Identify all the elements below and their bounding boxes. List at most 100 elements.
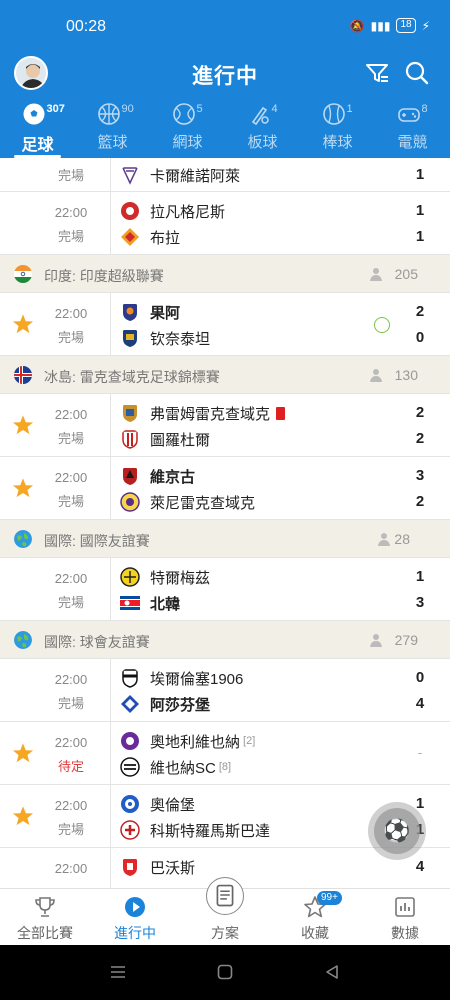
baseball-icon [322,103,345,125]
away-team: 钦奈泰坦 [120,327,210,349]
score-placeholder: - [417,745,423,760]
status-icons: 🔕 ▮▮▮ 18 ⚡ [350,18,430,33]
team-logo [121,167,139,185]
sport-tabs: 307 足球 90 籃球 5 網球 4 板球 1 棒球 8 電競 [0,96,450,158]
iceland-flag-icon [14,366,32,384]
signal-icon: ▮▮▮ [370,18,391,33]
match-row[interactable]: 22:00 完場 弗雷姆雷克查域克 圖羅杜爾 2 2 [0,394,450,457]
tab-tennis[interactable]: 5 網球 [150,96,225,158]
search-button[interactable] [402,58,432,88]
favorite-star-icon[interactable] [12,313,34,335]
follower-count: 205 [394,266,418,282]
match-row[interactable]: 完場 卡爾維諾阿萊 1 [0,158,450,192]
team-logo [123,330,137,347]
match-row[interactable]: 22:00 完場 拉凡格尼斯 布拉 1 1 [0,192,450,255]
away-team: 科斯特羅馬斯巴達 [120,819,270,841]
match-row[interactable]: 22:00 完場 果阿 钦奈泰坦 2 0 [0,293,450,356]
league-header[interactable]: 國際: 球會友誼賽 279 [0,621,450,659]
tab-soccer[interactable]: 307 足球 [0,96,75,158]
red-card-icon [276,406,286,420]
status-bar: 00:28 🔕 ▮▮▮ 18 ⚡ [0,0,450,52]
clock: 00:28 [66,18,107,35]
favorite-star-icon[interactable] [12,414,34,436]
play-icon [125,897,145,917]
filter-button[interactable] [362,58,392,88]
bottom-nav: 全部比賽 進行中 方案 99+ 收藏 數據 [0,877,450,945]
away-team: 布拉 [120,226,180,248]
team-rank: [2] [243,735,256,747]
trophy-icon [35,897,55,917]
menu-icon[interactable] [110,964,126,980]
north-korea-flag-icon [120,596,140,610]
cricket-icon [251,106,269,126]
home-icon[interactable] [217,964,233,980]
back-icon[interactable] [324,964,340,980]
away-score: 0 [415,329,425,346]
home-score: 2 [415,404,425,421]
league-name: 冰島: 雷克查域克足球錦標賽 [44,369,220,385]
match-row[interactable]: 22:00 完場 埃爾倫塞1906 阿莎芬堡 0 4 [0,659,450,722]
away-team: 北韓 [120,592,180,614]
favorite-star-icon[interactable] [12,742,34,764]
away-score: 4 [415,695,425,712]
system-nav-bar [0,945,450,1000]
nav-favorites[interactable]: 99+ 收藏 [270,889,360,945]
nav-plans[interactable]: 方案 [180,877,270,945]
team-rank: [8] [218,761,232,773]
nav-live[interactable]: 進行中 [90,889,180,945]
follower-count: 28 [394,531,410,547]
tab-esports[interactable]: 8 電競 [375,96,450,158]
away-score: 1 [415,228,425,245]
away-score: 3 [415,594,425,611]
team-logo [121,795,139,813]
tab-baseball[interactable]: 1 棒球 [300,96,375,158]
app-header: 進行中 [0,52,450,96]
home-team: 弗雷姆雷克查域克 [120,402,286,424]
league-header[interactable]: 印度: 印度超級聯賽 205 [0,255,450,293]
league-header[interactable]: 冰島: 雷克查域克足球錦標賽 130 [0,356,450,394]
ball-icon: ⚽ [374,808,420,854]
away-score: 2 [415,493,425,510]
league-header[interactable]: 國際: 國際友誼賽 28 [0,520,450,558]
team-logo [121,732,139,750]
home-score: 1 [415,568,425,585]
nav-data[interactable]: 數據 [360,889,450,945]
stats-icon[interactable] [374,317,390,333]
mute-icon: 🔕 [349,18,365,33]
match-row[interactable]: 22:00 完場 特爾梅茲 北韓 1 3 [0,558,450,621]
search-icon [405,61,429,85]
team-logo [122,669,138,688]
home-team: 果阿 [120,301,180,323]
home-score: 1 [415,202,425,219]
match-row[interactable]: 22:00 完場 維京古 萊尼雷克查域克 3 2 [0,457,450,520]
tab-cricket[interactable]: 4 板球 [225,96,300,158]
filter-icon [366,64,388,82]
favorite-star-icon[interactable] [12,805,34,827]
globe-icon [14,631,32,649]
match-row[interactable]: 22:00 待定 奧地利維也納 [2] 維也納SC [8] - - [0,722,450,785]
match-list[interactable]: 完場 卡爾維諾阿萊 1 22:00 完場 拉凡格尼斯 布拉 1 1 印度: 印度… [0,158,450,888]
league-name: 國際: 國際友誼賽 [44,533,150,549]
india-flag-icon [14,265,32,283]
nav-all-matches[interactable]: 全部比賽 [0,889,90,945]
favorite-star-icon[interactable] [12,477,34,499]
team-logo [122,430,138,449]
quick-action-button[interactable]: ⚽ [368,802,426,860]
team-logo [120,757,140,777]
tab-basketball[interactable]: 90 籃球 [75,96,150,158]
charging-icon: ⚡ [421,18,430,33]
user-icon [370,268,382,281]
home-team: 奧地利維也納 [2] [120,730,255,752]
home-team: 奧倫堡 [120,793,195,815]
chart-icon [395,897,415,917]
league-name: 印度: 印度超級聯賽 [44,268,164,284]
user-icon [370,369,382,382]
home-score: 1 [415,166,425,183]
home-team: 拉凡格尼斯 [120,200,225,222]
team-logo [121,202,139,220]
document-icon [206,877,244,915]
home-team: 特爾梅茲 [120,566,210,588]
follower-count: 279 [394,632,418,648]
team-logo [120,492,140,512]
home-score: 2 [415,303,425,320]
